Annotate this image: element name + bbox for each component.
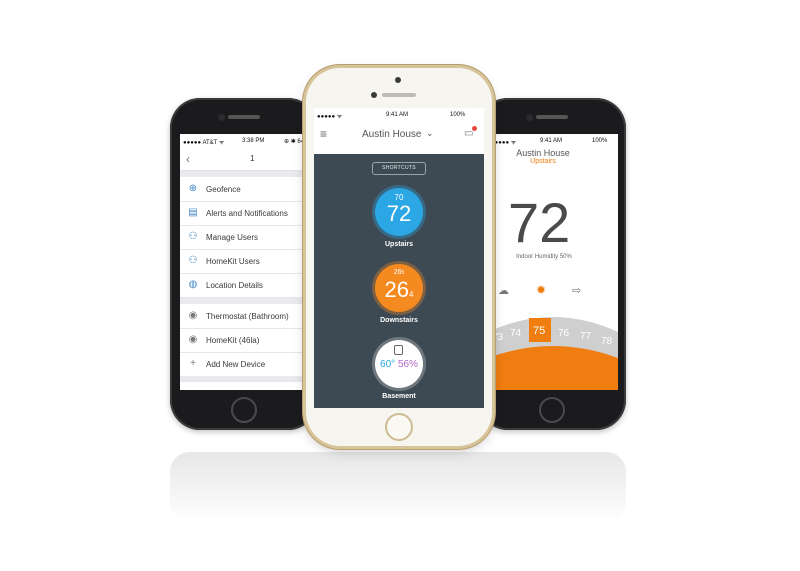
zone-setpoint-int: 26 xyxy=(393,269,402,276)
zone-temperature: 264 xyxy=(375,277,423,303)
globe-icon: ◍ xyxy=(188,279,198,290)
page-title: 1 xyxy=(250,154,255,163)
left-screen: ●●●●● AT&T ᯤ 3:38 PM ⊕ ✱ 64 ‹ 1 ⊕ Geofen… xyxy=(180,134,310,390)
zone-humidity: 56% xyxy=(397,359,418,370)
zone-temp-frac: 4 xyxy=(409,290,414,299)
zone-temp-int: 26 xyxy=(384,277,410,302)
device-item-label: Add New Device xyxy=(206,360,266,369)
right-screen: ●●●●● ᯤ 9:41 AM 100% Austin House Upstai… xyxy=(488,134,618,390)
add-device-button[interactable]: + Add New Device xyxy=(180,352,310,377)
zones-panel: SHORTCUTS 70 72 Upstairs 265 264 Downsta… xyxy=(314,154,484,408)
temperature-dial[interactable]: 73 74 75 76 77 78 xyxy=(488,312,618,390)
dial-fill xyxy=(488,346,618,390)
signal-label: ●●●●● ᯤ xyxy=(317,114,343,120)
battery-label: 100% xyxy=(592,138,608,144)
menu-item-label: Alerts and Notifications xyxy=(206,209,288,218)
zone-name-downstairs: Downstairs xyxy=(380,317,418,324)
device-item-label: HomeKit (46la) xyxy=(206,336,260,345)
dial-value: 74 xyxy=(510,328,522,339)
floor-reflection xyxy=(170,452,626,522)
zone-setpoint-frac: 5 xyxy=(401,270,405,276)
center-screen: ●●●●● ᯤ 9:41 AM 100% ≡ Austin House ⌄ ▭ … xyxy=(314,108,484,408)
device-item-homekit[interactable]: ◉ HomeKit (46la) xyxy=(180,328,310,353)
zone-dial-downstairs[interactable]: 265 264 xyxy=(375,264,423,312)
device-icon xyxy=(394,345,403,355)
chat-icon: ▤ xyxy=(188,207,198,218)
carrier-label: ●●●●● AT&T ᯤ xyxy=(183,140,225,146)
front-camera xyxy=(526,114,533,121)
sun-icon[interactable]: ✹ xyxy=(536,283,546,297)
section-divider xyxy=(180,376,310,382)
home-button[interactable] xyxy=(231,397,257,423)
thermostat-icon: ◉ xyxy=(188,310,198,321)
zone-temperature: 60° xyxy=(380,359,396,370)
menu-item-manage-users[interactable]: ⚇ Manage Users xyxy=(180,225,310,250)
dial-value: 77 xyxy=(580,331,592,342)
sensor xyxy=(371,92,377,98)
nav-header: ‹ 1 xyxy=(180,148,310,171)
center-phone: ●●●●● ᯤ 9:41 AM 100% ≡ Austin House ⌄ ▭ … xyxy=(306,68,492,446)
right-phone: ●●●●● ᯤ 9:41 AM 100% Austin House Upstai… xyxy=(478,98,626,430)
plus-icon: + xyxy=(190,358,196,369)
zone-dial-basement[interactable]: 60° 56% xyxy=(375,340,423,388)
zone-label[interactable]: Upstairs xyxy=(508,158,578,165)
menu-item-label: HomeKit Users xyxy=(206,257,260,266)
dial-value-selected: 75 xyxy=(533,325,545,337)
zone-dial-upstairs[interactable]: 70 72 xyxy=(375,188,423,236)
zone-name-basement: Basement xyxy=(382,393,416,400)
device-item-label: Thermostat (Bathroom) xyxy=(206,312,289,321)
front-camera xyxy=(395,77,401,83)
menu-item-homekit-users[interactable]: ⚇ HomeKit Users xyxy=(180,249,310,274)
users-icon: ⚇ xyxy=(188,231,198,242)
menu-item-alerts[interactable]: ▤ Alerts and Notifications xyxy=(180,201,310,226)
zone-readings: 60° 56% xyxy=(375,359,423,370)
battery-label: 100% xyxy=(450,112,466,118)
left-phone: ●●●●● AT&T ᯤ 3:38 PM ⊕ ✱ 64 ‹ 1 ⊕ Geofen… xyxy=(170,98,318,430)
weather-icon[interactable]: ☁ xyxy=(498,284,509,297)
menu-item-label: Geofence xyxy=(206,185,241,194)
dial-value: 73 xyxy=(492,332,504,343)
home-button[interactable] xyxy=(385,413,413,441)
front-camera xyxy=(218,114,225,121)
location-icon: ⊕ xyxy=(188,183,198,194)
notification-badge xyxy=(472,126,477,131)
dial-value: 76 xyxy=(558,328,570,339)
thermostat-icon: ◉ xyxy=(188,334,198,345)
menu-item-geofence[interactable]: ⊕ Geofence xyxy=(180,177,310,202)
shortcuts-button[interactable]: SHORTCUTS xyxy=(372,162,426,175)
chevron-down-icon[interactable]: ⌄ xyxy=(426,128,434,139)
header-title[interactable]: Austin House xyxy=(362,129,421,140)
zone-name-upstairs: Upstairs xyxy=(384,241,413,248)
chevron-left-icon[interactable]: ‹ xyxy=(186,152,190,166)
zone-temperature: 72 xyxy=(386,201,412,226)
users-icon: ⚇ xyxy=(188,255,198,266)
location-title: Austin House xyxy=(516,148,570,158)
signal-label: ●●●●● ᯤ xyxy=(491,140,517,146)
current-temperature: 72 xyxy=(508,191,571,254)
humidity-label: Indoor Humidity 50% xyxy=(516,254,572,260)
status-bar: ●●●●● ᯤ 9:41 AM 100% xyxy=(488,134,618,148)
time-label: 3:38 PM xyxy=(242,138,265,144)
dial-value: 78 xyxy=(601,336,613,347)
speaker xyxy=(536,115,568,119)
zone-setpoint: 265 xyxy=(375,269,423,276)
hamburger-icon[interactable]: ≡ xyxy=(320,127,327,141)
speaker xyxy=(228,115,260,119)
home-button[interactable] xyxy=(539,397,565,423)
status-bar: ●●●●● AT&T ᯤ 3:38 PM ⊕ ✱ 64 xyxy=(180,134,310,148)
menu-item-label: Manage Users xyxy=(206,233,259,242)
status-right: ⊕ ✱ 64 xyxy=(284,139,305,145)
exit-icon[interactable]: ⇨ xyxy=(572,284,581,297)
time-label: 9:41 AM xyxy=(540,138,563,144)
speaker xyxy=(382,93,416,97)
menu-item-label: Location Details xyxy=(206,281,263,290)
status-bar: ●●●●● ᯤ 9:41 AM 100% xyxy=(314,108,484,122)
menu-item-location-details[interactable]: ◍ Location Details xyxy=(180,273,310,298)
time-label: 9:41 AM xyxy=(386,112,409,118)
device-item-thermostat[interactable]: ◉ Thermostat (Bathroom) xyxy=(180,304,310,329)
